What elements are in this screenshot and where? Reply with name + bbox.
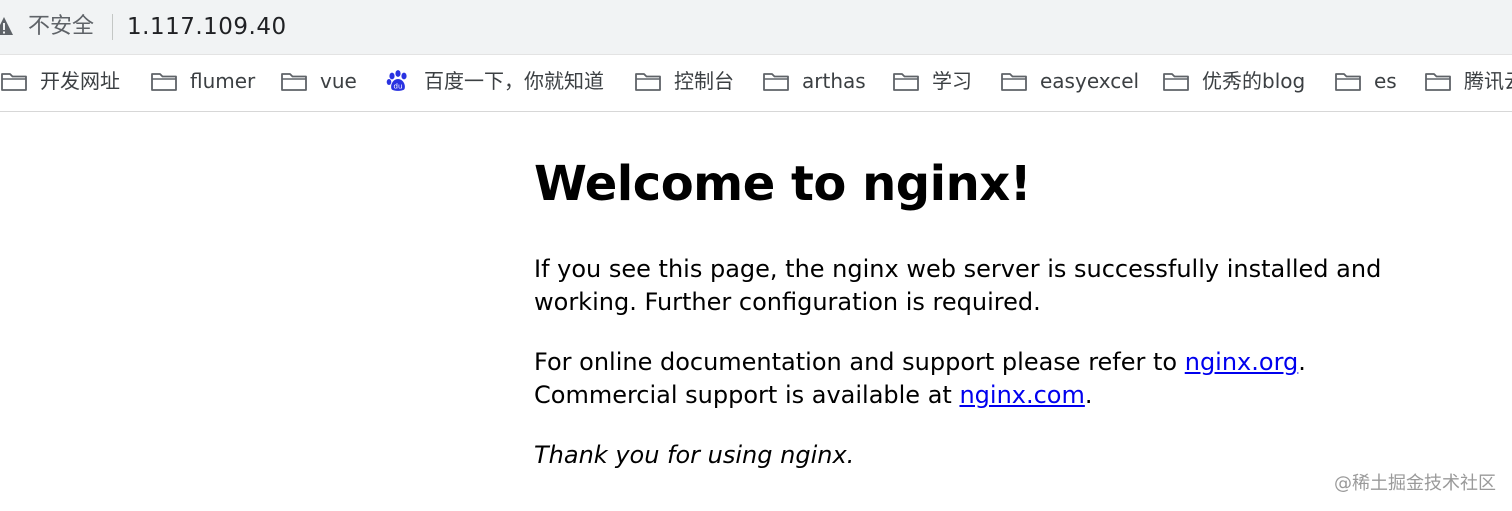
- bookmark-3[interactable]: du 百度一下，你就知道: [384, 65, 604, 97]
- intro-line-1: If you see this page, the nginx web serv…: [534, 255, 1382, 283]
- bookmark-1[interactable]: flumer: [150, 65, 255, 97]
- bookmark-7[interactable]: easyexcel: [1000, 65, 1139, 97]
- folder-icon: [280, 69, 308, 93]
- bookmark-0[interactable]: 开发网址: [0, 65, 120, 97]
- bookmark-8[interactable]: 优秀的blog: [1162, 65, 1305, 97]
- bookmark-label: 腾讯云: [1464, 69, 1512, 93]
- folder-icon: [1000, 69, 1028, 93]
- warning-triangle-icon[interactable]: [0, 14, 14, 38]
- baidu-paw-icon: du: [384, 69, 412, 93]
- bookmark-label: vue: [320, 69, 357, 93]
- docs-period: .: [1298, 348, 1306, 376]
- address-divider: [112, 14, 113, 40]
- bookmarks-bar: 开发网址 flumer vue du 百度一下，你就知道 控制台 arthas 学习 easye…: [0, 55, 1512, 112]
- bookmark-label: flumer: [190, 69, 256, 93]
- folder-icon: [150, 69, 178, 93]
- commercial-text: Commercial support is available at: [534, 381, 960, 409]
- security-status-label[interactable]: 不安全: [28, 12, 94, 42]
- nginx-com-link[interactable]: nginx.com: [959, 381, 1084, 409]
- bookmark-9[interactable]: es: [1334, 65, 1397, 97]
- bookmark-10[interactable]: 腾讯云: [1424, 65, 1512, 97]
- support-paragraph: For online documentation and support ple…: [534, 346, 1306, 412]
- browser-window: 不安全 1.117.109.40 开发网址 flumer vue du 百度一下，你就知…: [0, 0, 1512, 511]
- bookmark-5[interactable]: arthas: [762, 65, 866, 97]
- docs-text: For online documentation and support ple…: [534, 348, 1185, 376]
- bookmark-label: 控制台: [674, 69, 734, 93]
- watermark-text: @稀土掘金技术社区: [1334, 473, 1496, 494]
- page-title: Welcome to nginx!: [534, 156, 1032, 212]
- address-bar[interactable]: 不安全 1.117.109.40: [0, 0, 1512, 55]
- commercial-period: .: [1084, 381, 1093, 409]
- bookmark-label: 优秀的blog: [1202, 69, 1306, 93]
- bookmark-label: 学习: [932, 69, 972, 93]
- folder-icon: [634, 69, 662, 93]
- folder-icon: [1334, 69, 1362, 93]
- intro-line-2: working. Further configuration is requir…: [534, 288, 1041, 316]
- url-text[interactable]: 1.117.109.40: [127, 12, 287, 42]
- bookmark-2[interactable]: vue: [280, 65, 357, 97]
- folder-icon: [1424, 69, 1452, 93]
- nginx-org-link[interactable]: nginx.org: [1185, 348, 1299, 376]
- intro-paragraph: If you see this page, the nginx web serv…: [534, 253, 1381, 319]
- bookmark-label: arthas: [802, 69, 866, 93]
- bookmark-label: 百度一下，你就知道: [424, 69, 604, 93]
- bookmark-label: 开发网址: [40, 69, 120, 93]
- thanks-paragraph: Thank you for using nginx.: [534, 441, 855, 469]
- bookmark-label: es: [1374, 69, 1397, 93]
- folder-icon: [892, 69, 920, 93]
- folder-icon: [1162, 69, 1190, 93]
- folder-icon: [762, 69, 790, 93]
- commercial-line: Commercial support is available at nginx…: [534, 379, 1306, 412]
- bookmark-6[interactable]: 学习: [892, 65, 972, 97]
- folder-icon: [0, 69, 28, 93]
- svg-text:du: du: [394, 83, 403, 91]
- bookmark-label: easyexcel: [1040, 69, 1140, 93]
- bookmark-4[interactable]: 控制台: [634, 65, 734, 97]
- docs-line: For online documentation and support ple…: [534, 346, 1306, 379]
